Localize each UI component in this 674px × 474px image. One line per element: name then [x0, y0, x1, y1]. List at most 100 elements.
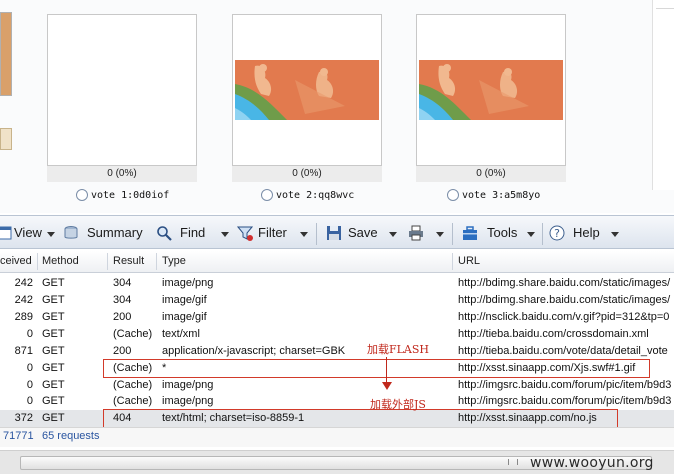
view-button[interactable]: View [14, 224, 42, 242]
cell-url: http://tieba.baidu.com/crossdomain.xml [458, 328, 649, 340]
toolbar-separator [316, 223, 317, 245]
table-row[interactable]: 0 GET (Cache) text/xml http://tieba.baid… [0, 326, 674, 343]
vote-image-frame [416, 14, 566, 166]
chevron-down-icon[interactable] [300, 232, 308, 237]
cell-received: 289 [14, 311, 33, 323]
cell-result: (Cache) [113, 395, 153, 407]
help-button[interactable]: Help [573, 224, 600, 242]
cell-type: image/gif [162, 311, 207, 323]
partial-icon-button[interactable] [0, 128, 12, 150]
column-type[interactable]: Type [162, 255, 186, 267]
find-button[interactable]: Find [180, 224, 205, 242]
cell-url: http://imgsrc.baidu.com/forum/pic/item/b… [458, 379, 672, 391]
svg-text:?: ? [554, 227, 560, 240]
cell-url: http://bdimg.share.baidu.com/static/imag… [458, 277, 671, 289]
table-row[interactable]: 0 GET (Cache) image/png http://imgsrc.ba… [0, 393, 674, 410]
cell-method: GET [42, 311, 65, 323]
save-icon [327, 226, 341, 240]
cell-url: http://nsclick.baidu.com/v.gif?pid=312&t… [458, 311, 670, 323]
table-row[interactable]: 871 GET 200 application/x-javascript; ch… [0, 343, 674, 360]
cell-method: GET [42, 395, 65, 407]
vote-option-card-3: 0 (0%) [416, 12, 566, 187]
vote-option-card-2: 0 (0%) [232, 12, 382, 187]
column-result[interactable]: Result [113, 255, 144, 267]
vote-radio-2[interactable] [261, 189, 273, 201]
chevron-down-icon[interactable] [47, 232, 55, 237]
tools-button[interactable]: Tools [487, 224, 517, 242]
cell-url: http://bdimg.share.baidu.com/static/imag… [458, 294, 671, 306]
cell-received: 0 [26, 362, 33, 374]
filter-icon [237, 226, 253, 241]
chevron-down-icon[interactable] [436, 232, 444, 237]
toolbar-separator [542, 223, 543, 245]
cell-method: GET [42, 294, 65, 306]
cell-result: (Cache) [113, 328, 153, 340]
column-divider[interactable] [156, 253, 157, 270]
cell-method: GET [42, 362, 65, 374]
vote-poll-area: 0 (0%) vote 1:0d0iof 0 (0%) vote 2:qq8wv… [0, 0, 674, 213]
chevron-down-icon[interactable] [611, 232, 619, 237]
cell-type: application/x-javascript; charset=GBK [162, 345, 346, 357]
cell-method: GET [42, 328, 65, 340]
filter-button[interactable]: Filter [258, 224, 287, 242]
table-row[interactable]: 242 GET 304 image/gif http://bdimg.share… [0, 292, 674, 309]
annotation-label-js: 加载外部JS [370, 398, 426, 411]
watermark: www.wooyun.org [530, 455, 654, 471]
vote-count: 0 (0%) [232, 166, 382, 182]
cell-result: 200 [113, 311, 132, 323]
cell-type: image/gif [162, 294, 207, 306]
cell-received: 372 [14, 412, 33, 424]
column-divider[interactable] [452, 253, 453, 270]
annotation-label-flash: 加载FLASH [367, 343, 430, 356]
save-button[interactable]: Save [348, 224, 378, 242]
summary-icon [64, 226, 78, 239]
cell-received: 242 [14, 277, 33, 289]
annotation-arrow [386, 357, 387, 383]
table-row[interactable]: 0 GET (Cache) image/png http://imgsrc.ba… [0, 377, 674, 394]
toolbox-icon [463, 226, 477, 240]
scrollbar-grip-icon [508, 459, 518, 465]
cell-result: (Cache) [113, 379, 153, 391]
partial-thumbnail [0, 12, 12, 96]
cell-url: http://tieba.baidu.com/vote/data/detail_… [458, 345, 668, 357]
column-url[interactable]: URL [458, 255, 480, 267]
vote-radio-3[interactable] [447, 189, 459, 201]
cell-method: GET [42, 277, 65, 289]
vote-option-label: vote 2:qq8wvc [276, 190, 355, 201]
status-request-count: 65 requests [42, 430, 100, 442]
table-row[interactable]: 242 GET 304 image/png http://bdimg.share… [0, 275, 674, 292]
cell-received: 0 [26, 328, 33, 340]
status-bytes: 71771 [3, 430, 34, 442]
status-bar: 71771 65 requests [0, 427, 674, 447]
column-divider[interactable] [107, 253, 108, 270]
side-panel-divider [656, 8, 674, 9]
cell-result: 304 [113, 294, 132, 306]
cell-received: 871 [14, 345, 33, 357]
fiddler-toolbar: View Summary Find Filter Save Tools ? He… [0, 215, 674, 249]
column-method[interactable]: Method [42, 255, 79, 267]
cell-type: image/png [162, 277, 214, 289]
vote-option-label: vote 1:0d0iof [91, 190, 170, 201]
chevron-down-icon[interactable] [389, 232, 397, 237]
cell-type: image/png [162, 379, 214, 391]
column-divider[interactable] [37, 253, 38, 270]
side-panel [652, 0, 674, 190]
annotation-highlight-flash [103, 359, 650, 378]
vote-image-frame [47, 14, 197, 166]
sessions-table-header: ceived Method Result Type URL [0, 251, 674, 273]
vote-image-frame [232, 14, 382, 166]
summary-button[interactable]: Summary [87, 224, 143, 242]
cell-type: text/xml [162, 328, 200, 340]
vote-image [419, 60, 563, 120]
cell-method: GET [42, 345, 65, 357]
vote-option-card-1: 0 (0%) [47, 12, 197, 187]
column-received[interactable]: ceived [0, 255, 32, 267]
print-icon[interactable] [408, 225, 424, 241]
cell-method: GET [42, 379, 65, 391]
table-row[interactable]: 289 GET 200 image/gif http://nsclick.bai… [0, 309, 674, 326]
help-icon: ? [549, 225, 565, 241]
vote-radio-1[interactable] [76, 189, 88, 201]
chevron-down-icon[interactable] [527, 232, 535, 237]
cell-received: 0 [26, 395, 33, 407]
chevron-down-icon[interactable] [221, 232, 229, 237]
